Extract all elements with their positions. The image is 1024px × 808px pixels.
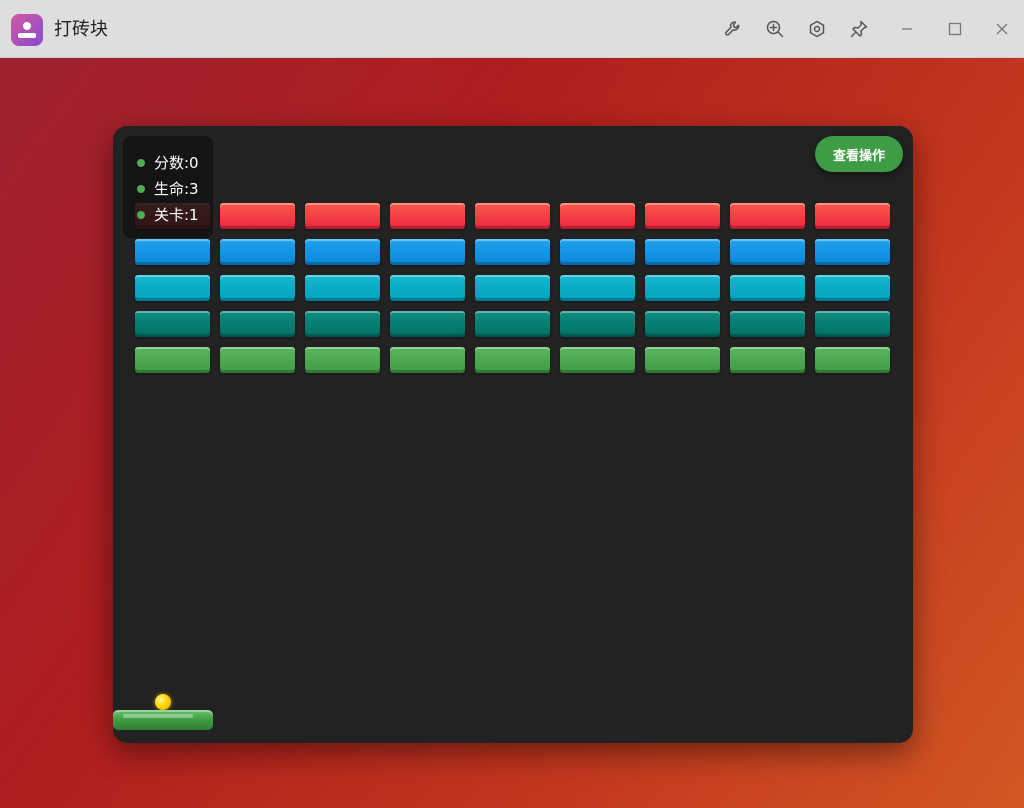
brick: [815, 203, 890, 229]
level-text: 关卡:1: [154, 206, 199, 224]
brick: [815, 311, 890, 337]
brick: [305, 347, 380, 373]
brick: [305, 239, 380, 265]
hexagon-settings-icon[interactable]: [802, 14, 832, 44]
brick: [645, 347, 720, 373]
hud-panel: 分数:0 生命:3 关卡:1: [123, 136, 213, 238]
brick: [730, 347, 805, 373]
brick: [390, 347, 465, 373]
brick: [560, 311, 635, 337]
brick: [560, 239, 635, 265]
brick: [305, 275, 380, 301]
brick: [220, 203, 295, 229]
brick: [815, 275, 890, 301]
brick: [730, 311, 805, 337]
brick: [730, 239, 805, 265]
brick: [730, 275, 805, 301]
hud-score: 分数:0: [137, 150, 213, 176]
brick: [560, 275, 635, 301]
pin-icon[interactable]: [844, 14, 874, 44]
brick: [475, 203, 550, 229]
brick: [475, 347, 550, 373]
brick: [135, 311, 210, 337]
title-bar: 打砖块: [0, 0, 1024, 58]
maximize-icon[interactable]: [940, 14, 970, 44]
brick: [815, 239, 890, 265]
ball: [155, 694, 171, 710]
game-board[interactable]: 分数:0 生命:3 关卡:1 查看操作: [113, 126, 913, 743]
brick: [390, 203, 465, 229]
brick: [475, 311, 550, 337]
brick: [560, 347, 635, 373]
score-dot-icon: [137, 159, 145, 167]
brick: [390, 239, 465, 265]
brick: [475, 275, 550, 301]
zoom-in-icon[interactable]: [760, 14, 790, 44]
hud-lives: 生命:3: [137, 176, 213, 202]
lives-text: 生命:3: [154, 180, 199, 198]
score-text: 分数:0: [154, 154, 199, 172]
brick: [645, 275, 720, 301]
brick: [135, 275, 210, 301]
brick: [645, 203, 720, 229]
brick: [475, 239, 550, 265]
brick: [305, 311, 380, 337]
brick: [305, 203, 380, 229]
level-dot-icon: [137, 211, 145, 219]
brick: [815, 347, 890, 373]
brick: [730, 203, 805, 229]
brick: [220, 275, 295, 301]
brick: [390, 311, 465, 337]
brick: [390, 275, 465, 301]
lives-dot-icon: [137, 185, 145, 193]
brick: [645, 311, 720, 337]
brick: [220, 311, 295, 337]
minimize-icon[interactable]: [892, 14, 922, 44]
app-icon: [11, 14, 43, 46]
window-title: 打砖块: [54, 19, 108, 40]
wrench-icon[interactable]: [718, 14, 748, 44]
brick: [135, 347, 210, 373]
brick: [645, 239, 720, 265]
paddle[interactable]: [113, 710, 213, 730]
close-icon[interactable]: [987, 14, 1017, 44]
brick: [135, 239, 210, 265]
brick: [560, 203, 635, 229]
brick: [220, 347, 295, 373]
hud-level: 关卡:1: [137, 202, 213, 228]
brick: [220, 239, 295, 265]
view-controls-button[interactable]: 查看操作: [815, 136, 903, 172]
